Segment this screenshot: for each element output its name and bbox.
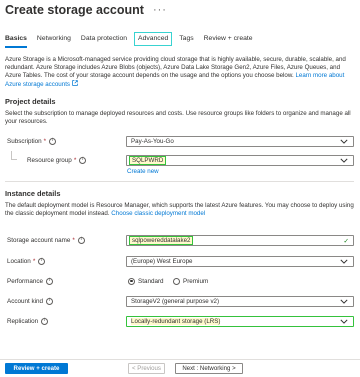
tab-bar: Basics Networking Data protection Advanc… [5,31,360,48]
resource-group-value: SQLPWRD [129,156,167,165]
project-details-title: Project details [5,97,56,106]
replication-label: Replication i [7,316,49,326]
tree-connector [11,151,17,160]
tab-data-protection[interactable]: Data protection [76,32,132,46]
chevron-down-icon [340,158,348,163]
performance-standard-option[interactable]: Standard [128,276,164,286]
radio-unselected[interactable] [173,277,180,285]
info-icon[interactable]: i [49,137,57,145]
account-kind-label: Account kind i [7,296,54,306]
project-details-desc: Select the subscription to manage deploy… [5,110,351,126]
create-new-link[interactable]: Create new [127,168,159,175]
replication-value: Locally-redundant storage (LRS) [131,318,221,325]
review-create-button[interactable]: Review + create [5,363,68,374]
chevron-down-icon [340,299,348,304]
location-label: Location * i [7,256,46,266]
footer-divider [0,359,360,360]
chevron-down-icon [340,319,348,324]
section-divider [5,181,354,182]
external-link-icon [71,80,78,87]
replication-select[interactable]: Locally-redundant storage (LRS) [126,316,354,327]
tab-review-create[interactable]: Review + create [199,32,258,46]
info-icon[interactable]: i [79,156,87,164]
header: Create storage account ··· [5,2,167,18]
more-options-icon[interactable]: ··· [153,4,167,16]
info-icon[interactable]: i [46,297,54,305]
resource-group-label: Resource group * i [27,155,87,165]
storage-name-value: sqlpowereddatalake2 [129,236,194,245]
resource-group-select[interactable]: SQLPWRD [126,155,354,166]
storage-name-input[interactable]: sqlpowereddatalake2 ✓ [126,235,354,246]
previous-button[interactable]: < Previous [128,363,165,374]
info-icon[interactable]: i [41,317,49,325]
info-icon[interactable]: i [38,257,46,265]
tab-tags[interactable]: Tags [174,32,198,46]
location-select[interactable]: (Europe) West Europe [126,256,354,267]
chevron-down-icon [340,139,348,144]
next-networking-button[interactable]: Next : Networking > [175,363,243,374]
subscription-select[interactable]: Pay-As-You-Go [126,136,354,147]
checkmark-icon: ✓ [343,238,349,245]
info-icon[interactable]: i [46,277,54,285]
page-title: Create storage account [5,3,144,17]
radio-selected[interactable] [128,277,135,285]
tab-basics[interactable]: Basics [5,32,32,48]
subscription-label: Subscription * i [7,136,57,146]
classic-deployment-link[interactable]: Choose classic deployment model [111,210,205,217]
tab-advanced[interactable]: Advanced [134,31,173,46]
performance-premium-option[interactable]: Premium [173,276,208,286]
tab-networking[interactable]: Networking [32,32,76,46]
account-kind-select[interactable]: StorageV2 (general purpose v2) [126,296,354,307]
instance-details-desc: The default deployment model is Resource… [5,202,354,218]
info-icon[interactable]: i [77,236,85,244]
chevron-down-icon [340,259,348,264]
instance-details-title: Instance details [5,189,61,198]
performance-label: Performance i [7,276,54,286]
storage-name-label: Storage account name * i [7,235,85,245]
intro-text: Azure Storage is a Microsoft-managed ser… [5,56,346,89]
